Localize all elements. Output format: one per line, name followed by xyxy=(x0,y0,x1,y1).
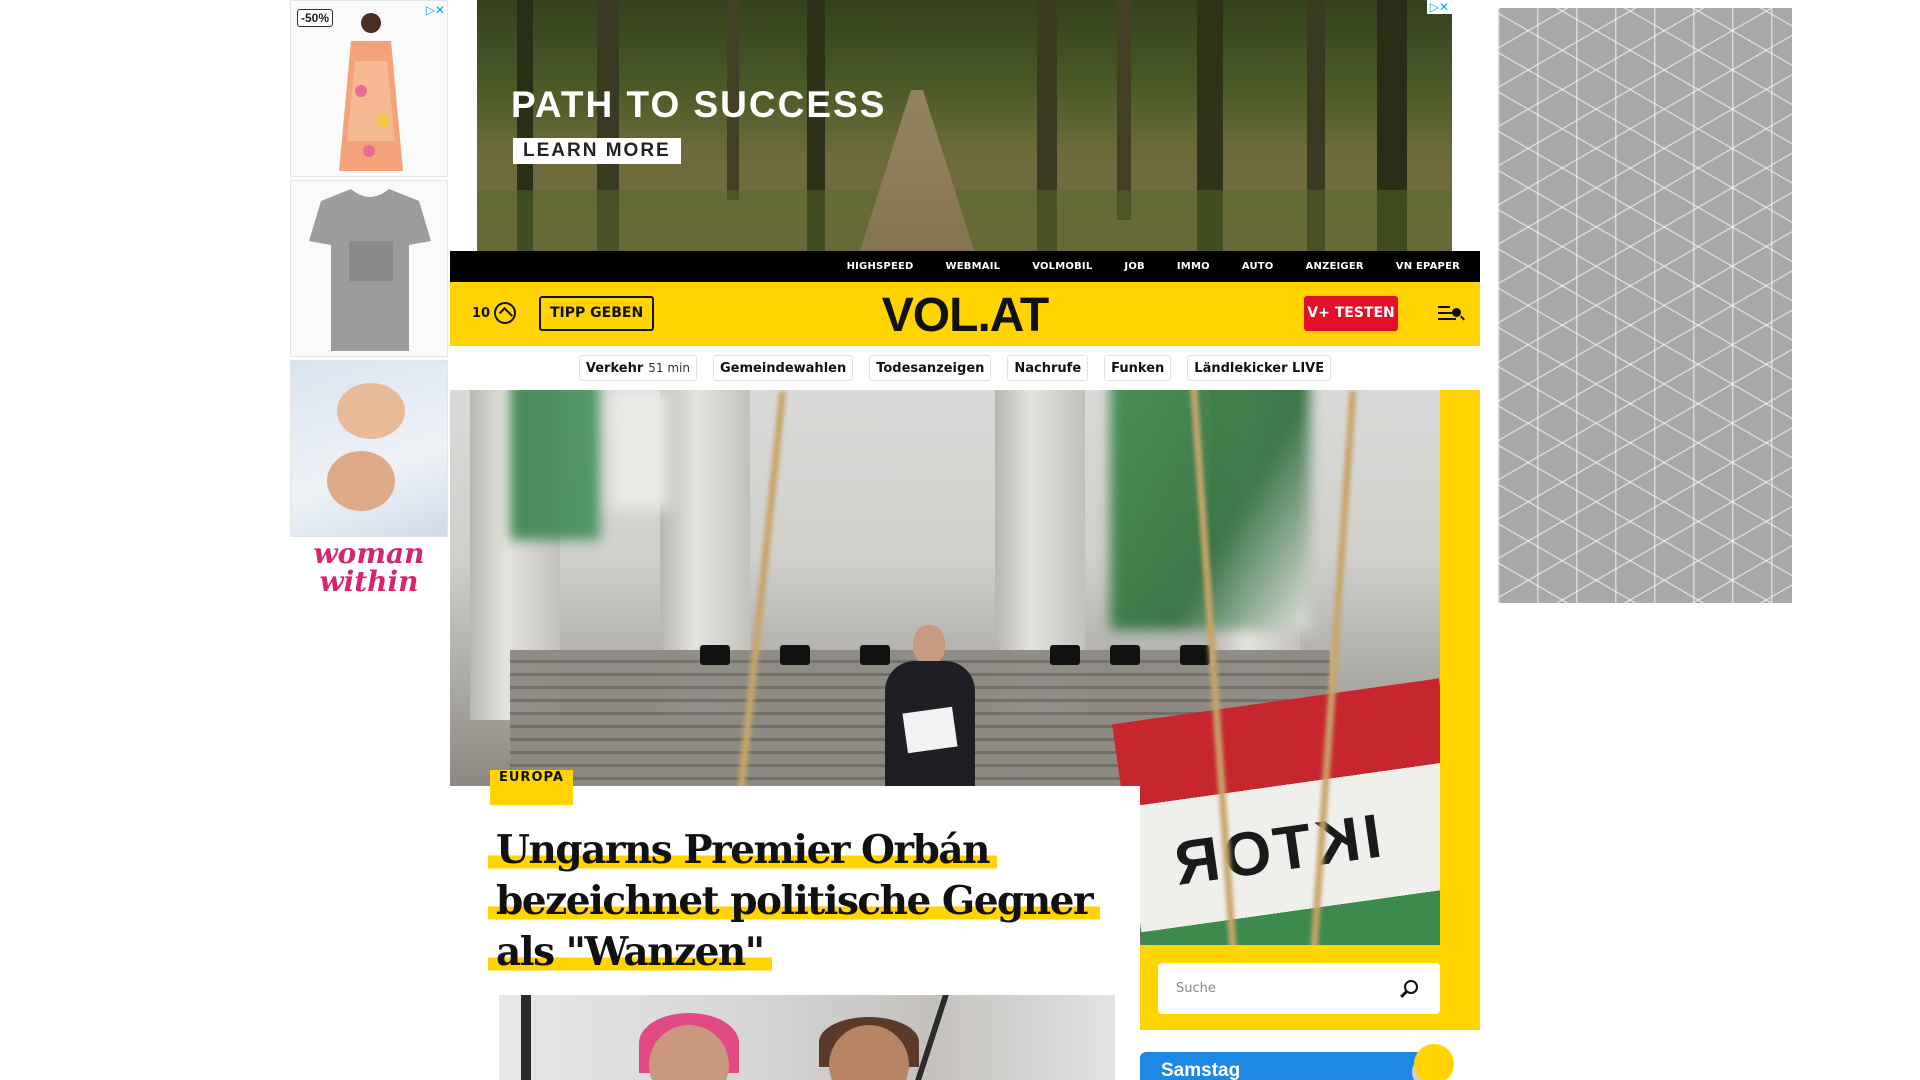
service-link-job[interactable]: JOB xyxy=(1124,261,1144,272)
service-link-anzeiger[interactable]: ANZEIGER xyxy=(1306,261,1364,272)
tshirt-image xyxy=(309,189,431,351)
quicklink-label: Todesanzeigen xyxy=(876,360,985,376)
quicklink-funken[interactable]: Funken xyxy=(1104,355,1172,381)
secondary-article-image[interactable] xyxy=(499,995,1115,1080)
left-skyscraper-ad[interactable]: -50% ▷✕ woman within xyxy=(290,0,448,600)
service-link-highspeed[interactable]: HIGHSPEED xyxy=(847,261,914,272)
weather-indicator[interactable]: 10 xyxy=(472,302,517,324)
quicklinks-bar: Verkehr 51 min Gemeindewahlen Todesanzei… xyxy=(450,346,1480,390)
ad-learn-more-button[interactable]: LEARN MORE xyxy=(513,138,681,164)
search-box xyxy=(1158,963,1440,1014)
ad-headline: PATH TO SUCCESS xyxy=(511,84,887,125)
quicklink-todesanzeigen[interactable]: Todesanzeigen xyxy=(869,355,992,381)
quicklink-label: Nachrufe xyxy=(1014,360,1082,376)
quicklink-label: Ländlekicker LIVE xyxy=(1194,360,1325,376)
top-banner-ad[interactable]: PATH TO SUCCESS LEARN MORE ▷✕ xyxy=(477,0,1452,251)
service-links: HIGHSPEED WEBMAIL VOLMOBIL JOB IMMO AUTO… xyxy=(847,251,1460,282)
quicklink-sub: 51 min xyxy=(648,361,690,375)
quicklink-label: Verkehr xyxy=(585,360,644,376)
menu-search-icon[interactable] xyxy=(1438,303,1464,325)
right-skyscraper-ad[interactable] xyxy=(1498,8,1792,603)
lead-headline[interactable]: Ungarns Premier Orbán bezeichnet politis… xyxy=(488,825,1138,978)
ad-product-shirt[interactable] xyxy=(290,180,448,357)
adchoices-close-icon[interactable]: ▷✕ xyxy=(1426,0,1452,14)
ad-product-dress[interactable]: -50% ▷✕ xyxy=(290,0,448,177)
service-link-webmail[interactable]: WEBMAIL xyxy=(946,261,1001,272)
service-link-vn-epaper[interactable]: VN EPAPER xyxy=(1396,261,1460,272)
service-link-volmobil[interactable]: VOLMOBIL xyxy=(1032,261,1092,272)
subscribe-button[interactable]: V+ TESTEN xyxy=(1304,296,1398,331)
weather-widget[interactable]: Samstag xyxy=(1140,1044,1454,1080)
weather-temperature: 10 xyxy=(472,305,491,321)
site-header: 10 TIPP GEBEN VOL.AT V+ TESTEN xyxy=(450,282,1480,346)
service-link-immo[interactable]: IMMO xyxy=(1177,261,1210,272)
speaker-figure xyxy=(875,625,985,801)
weather-day: Samstag xyxy=(1161,1060,1241,1080)
quicklink-nachrufe[interactable]: Nachrufe xyxy=(1007,355,1089,381)
sun-cloud-icon xyxy=(1414,1044,1454,1080)
sale-badge: -50% xyxy=(297,9,334,27)
quicklink-label: Funken xyxy=(1111,360,1165,376)
dress-image xyxy=(339,13,403,171)
flag-right-bottom xyxy=(1112,678,1440,945)
service-link-auto[interactable]: AUTO xyxy=(1242,261,1274,272)
search-icon[interactable] xyxy=(1404,980,1418,994)
quicklink-gemeindewahlen[interactable]: Gemeindewahlen xyxy=(712,355,854,381)
weather-icon xyxy=(494,302,517,324)
product-image xyxy=(327,383,405,511)
search-input[interactable] xyxy=(1158,963,1388,1014)
flag-left xyxy=(510,390,600,540)
woman-within-logo[interactable]: woman within xyxy=(290,540,448,596)
adchoices-icon[interactable]: ▷✕ xyxy=(426,3,445,17)
category-label[interactable]: EUROPA xyxy=(490,770,573,805)
quicklink-laendlekicker-live[interactable]: Ländlekicker LIVE xyxy=(1187,355,1332,381)
quicklink-verkehr[interactable]: Verkehr 51 min xyxy=(578,355,697,381)
ad-product-insert[interactable] xyxy=(290,360,448,537)
quicklink-label: Gemeindewahlen xyxy=(719,360,847,376)
page: -50% ▷✕ woman within PATH TO SUCCESS LEA… xyxy=(0,0,1920,1080)
top-service-bar: HIGHSPEED WEBMAIL VOLMOBIL JOB IMMO AUTO… xyxy=(450,251,1480,282)
tip-button[interactable]: TIPP GEBEN xyxy=(539,296,655,331)
